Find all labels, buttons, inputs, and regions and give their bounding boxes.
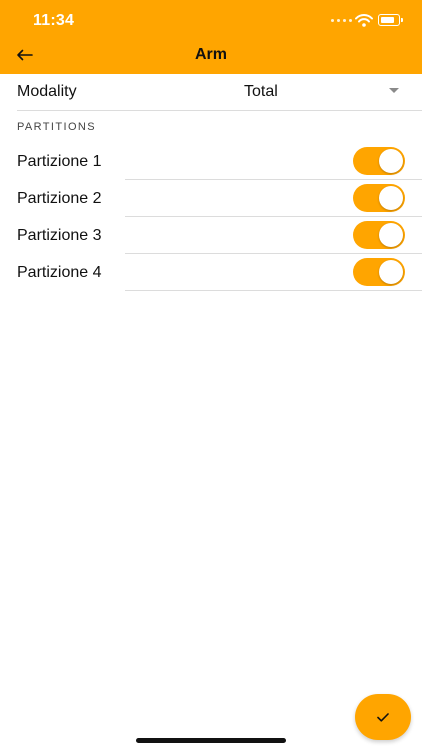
partition-label: Partizione 3 bbox=[17, 227, 102, 244]
status-time: 11:34 bbox=[33, 12, 75, 29]
checkmark-icon bbox=[377, 712, 389, 722]
partitions-section-title: PARTITIONS bbox=[17, 121, 96, 133]
page-title: Arm bbox=[194, 46, 227, 63]
battery-icon bbox=[378, 14, 403, 26]
partition-label: Partizione 1 bbox=[17, 153, 102, 170]
wifi-icon bbox=[355, 14, 373, 27]
toggle-knob bbox=[379, 186, 403, 210]
modality-select[interactable]: Total bbox=[200, 74, 422, 111]
toggle-knob bbox=[379, 223, 403, 247]
partition-4-toggle[interactable] bbox=[353, 258, 405, 286]
toggle-knob bbox=[379, 260, 403, 284]
cellular-signal-icon bbox=[331, 19, 352, 22]
divider bbox=[125, 290, 422, 291]
toggle-knob bbox=[379, 149, 403, 173]
partition-1-toggle[interactable] bbox=[353, 147, 405, 175]
app-header: 11:34 Arm bbox=[0, 0, 422, 74]
partition-row-4: Partizione 4 bbox=[0, 254, 422, 291]
partition-2-toggle[interactable] bbox=[353, 184, 405, 212]
divider bbox=[17, 110, 422, 111]
confirm-button[interactable] bbox=[355, 694, 411, 740]
modality-value: Total bbox=[244, 83, 278, 100]
dropdown-arrow-icon bbox=[389, 88, 399, 93]
modality-row: Modality Total bbox=[0, 74, 422, 111]
partition-label: Partizione 4 bbox=[17, 264, 102, 281]
home-indicator bbox=[136, 738, 286, 743]
modality-label: Modality bbox=[17, 83, 77, 100]
partition-row-1: Partizione 1 bbox=[0, 143, 422, 180]
partition-row-2: Partizione 2 bbox=[0, 180, 422, 217]
partition-3-toggle[interactable] bbox=[353, 221, 405, 249]
partition-label: Partizione 2 bbox=[17, 190, 102, 207]
partition-row-3: Partizione 3 bbox=[0, 217, 422, 254]
